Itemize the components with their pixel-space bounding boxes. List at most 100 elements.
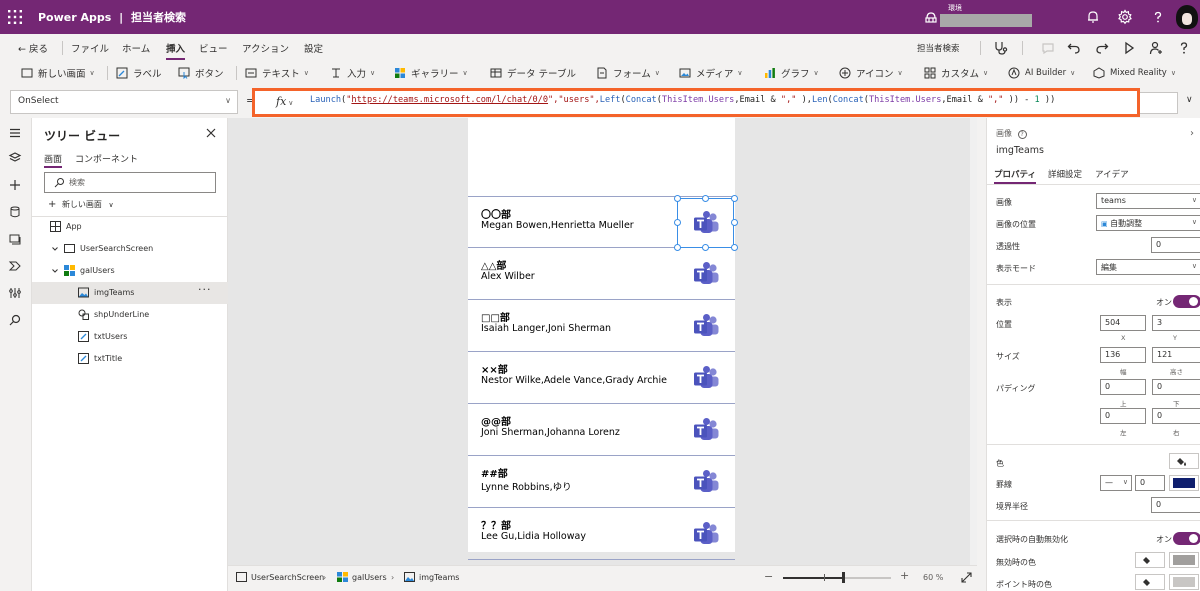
y-position-input[interactable]: 3 — [1152, 315, 1200, 331]
zoom-slider-thumb[interactable] — [842, 572, 845, 583]
expand-formula-chevron-icon[interactable]: ∨ — [1186, 95, 1193, 105]
app-launcher-icon[interactable] — [6, 8, 24, 26]
transparency-input[interactable]: 0 — [1151, 237, 1200, 253]
app-checker-stethoscope-icon[interactable] — [993, 40, 1009, 56]
formula-input[interactable]: Launch("https://teams.microsoft.com/l/ch… — [310, 95, 1055, 105]
menu-insert[interactable]: 挿入 — [166, 41, 186, 60]
data-cylinder-icon[interactable] — [8, 205, 22, 219]
chart-button[interactable]: グラフ ∨ — [764, 65, 819, 81]
tree-item-txtTitle[interactable]: txtTitle — [32, 348, 228, 370]
canvas-vertical-scrollbar[interactable] — [970, 118, 977, 565]
gallery-row[interactable]: ××部 Nestor Wilke,Adele Vance,Grady Archie — [468, 352, 735, 404]
tree-item-App[interactable]: App — [32, 216, 228, 238]
color-picker-button[interactable] — [1169, 453, 1199, 469]
more-options-icon[interactable]: ··· — [198, 283, 212, 296]
teams-icon[interactable] — [692, 417, 720, 443]
gallery-row[interactable]: ？？部 Lee Gu,Lidia Holloway — [468, 508, 735, 560]
padding-right-input[interactable]: 0 — [1152, 408, 1200, 424]
redo-icon[interactable] — [1094, 40, 1110, 56]
tree-item-txtUsers[interactable]: txtUsers — [32, 326, 228, 348]
settings-gear-icon[interactable] — [1117, 9, 1133, 25]
close-icon[interactable] — [206, 128, 216, 138]
fit-to-window-icon[interactable] — [961, 572, 972, 583]
data-table-button[interactable]: データ テーブル — [490, 65, 576, 81]
hover-color-button[interactable] — [1169, 574, 1199, 590]
back-button[interactable]: ← 戻る — [18, 41, 48, 55]
environment-icon[interactable] — [924, 10, 938, 24]
teams-icon[interactable] — [692, 313, 720, 339]
menu-file[interactable]: ファイル — [71, 41, 109, 55]
chevron-down-icon[interactable] — [51, 245, 59, 253]
environment-name-redacted[interactable] — [940, 14, 1032, 27]
tab-screens[interactable]: 画面 — [44, 152, 63, 168]
design-canvas[interactable]: 〇〇部 Megan Bowen,Henrietta Mueller △△部 Alex … — [228, 118, 977, 565]
undo-icon[interactable] — [1066, 40, 1082, 56]
teams-icon[interactable] — [692, 365, 720, 391]
icons-button[interactable]: アイコン ∨ — [839, 65, 903, 81]
input-button[interactable]: 入力 ∨ — [330, 65, 375, 81]
resize-handle[interactable] — [674, 219, 681, 226]
gallery-button[interactable]: ギャラリー ∨ — [394, 65, 468, 81]
teams-icon[interactable] — [692, 521, 720, 547]
image-position-dropdown[interactable]: ▣ 自動調整 ∨ — [1096, 215, 1200, 231]
tree-item-UserSearchScreen[interactable]: UserSearchScreen — [32, 238, 228, 260]
share-user-icon[interactable] — [1148, 40, 1164, 56]
search-icon[interactable] — [8, 313, 22, 327]
power-automate-icon[interactable] — [8, 259, 22, 273]
label-button[interactable]: ラベル — [116, 65, 162, 81]
tree-view-layers-icon[interactable] — [8, 151, 22, 165]
gallery-row[interactable]: @@部 Joni Sherman,Johanna Lorenz — [468, 404, 735, 456]
border-color-button[interactable] — [1169, 475, 1199, 491]
breadcrumb-screen[interactable]: UserSearchScreen — [236, 572, 324, 582]
width-input[interactable]: 136 — [1100, 347, 1146, 363]
height-input[interactable]: 121 — [1152, 347, 1200, 363]
resize-handle[interactable] — [731, 195, 738, 202]
tree-item-shpUnderLine[interactable]: shpUnderLine — [32, 304, 228, 326]
tree-item-galUsers[interactable]: galUsers — [32, 260, 228, 282]
tab-properties[interactable]: プロパティ — [994, 168, 1036, 184]
auto-disable-toggle[interactable] — [1173, 532, 1200, 545]
menu-settings[interactable]: 設定 — [304, 41, 323, 55]
menu-action[interactable]: アクション — [242, 41, 289, 55]
resize-handle[interactable] — [674, 195, 681, 202]
gallery-row[interactable]: □□部 Isaiah Langer,Joni Sherman — [468, 300, 735, 352]
notifications-icon[interactable] — [1085, 9, 1101, 25]
help-circle-icon[interactable]: ? — [1017, 130, 1027, 139]
zoom-in-button[interactable]: + — [900, 569, 909, 582]
menu-view[interactable]: ビュー — [199, 41, 228, 55]
media-gallery-icon[interactable] — [8, 232, 22, 246]
help-question-icon[interactable] — [1176, 40, 1192, 56]
custom-button[interactable]: カスタム ∨ — [924, 65, 988, 81]
teams-icon[interactable] — [692, 261, 720, 287]
hover-color-fill-button[interactable] — [1135, 574, 1165, 590]
tree-search-input[interactable] — [69, 176, 209, 189]
padding-top-input[interactable]: 0 — [1100, 379, 1146, 395]
variables-icon[interactable] — [8, 286, 22, 300]
disabled-color-button[interactable] — [1169, 552, 1199, 568]
formula-input-extension[interactable] — [1140, 92, 1178, 114]
gallery-row[interactable]: △△部 Alex Wilber — [468, 248, 735, 300]
teams-icon[interactable] — [692, 469, 720, 495]
hamburger-menu-icon[interactable] — [8, 126, 22, 140]
mixed-reality-button[interactable]: Mixed Reality ∨ — [1093, 65, 1176, 81]
zoom-out-button[interactable]: − — [764, 570, 773, 583]
property-dropdown[interactable]: OnSelect ∨ — [10, 90, 238, 114]
text-button[interactable]: テキスト ∨ — [245, 65, 309, 81]
comments-icon[interactable] — [1040, 40, 1056, 56]
breadcrumb-image[interactable]: imgTeams — [404, 572, 459, 582]
preview-play-icon[interactable] — [1121, 40, 1137, 56]
gallery-row[interactable]: 〇〇部 Megan Bowen,Henrietta Mueller — [468, 195, 738, 251]
tab-advanced[interactable]: 詳細設定 — [1048, 168, 1082, 180]
breadcrumb-gallery[interactable]: galUsers — [337, 572, 387, 582]
button-button[interactable]: ボタン — [178, 65, 224, 81]
selected-image-frame[interactable] — [677, 198, 734, 248]
border-style-dropdown[interactable]: — ∨ — [1100, 475, 1132, 491]
ai-builder-button[interactable]: AI Builder ∨ — [1008, 65, 1075, 81]
gallery-row[interactable]: ##部 Lynne Robbins,ゆり — [468, 456, 735, 508]
disabled-color-fill-button[interactable] — [1135, 552, 1165, 568]
tab-components[interactable]: コンポーネント — [75, 152, 138, 165]
tree-item-imgTeams[interactable]: imgTeams ··· — [32, 282, 228, 304]
chevron-down-icon[interactable] — [51, 267, 59, 275]
visible-toggle[interactable] — [1173, 295, 1200, 308]
resize-handle[interactable] — [731, 219, 738, 226]
